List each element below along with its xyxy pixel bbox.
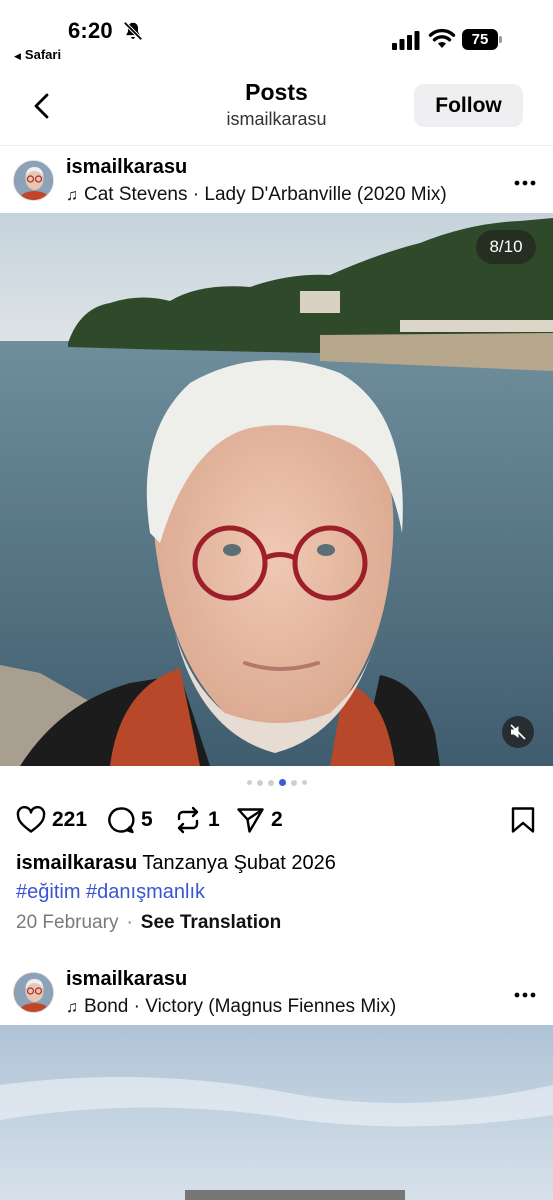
follow-button[interactable]: Follow bbox=[414, 84, 523, 127]
comment-button[interactable]: 5 bbox=[106, 805, 153, 835]
avatar-image bbox=[14, 161, 53, 200]
music-track: Bond · Victory (Magnus Fiennes Mix) bbox=[84, 996, 397, 1017]
comment-count: 5 bbox=[141, 808, 153, 831]
post-actions: 221 5 1 2 bbox=[0, 800, 553, 840]
heart-icon bbox=[16, 806, 46, 833]
repost-count: 1 bbox=[208, 808, 220, 831]
battery-cap bbox=[499, 36, 502, 43]
carousel-dot bbox=[246, 780, 252, 785]
like-count: 221 bbox=[52, 808, 88, 831]
bookmark-icon[interactable] bbox=[510, 806, 536, 834]
carousel-dot bbox=[267, 779, 274, 786]
carousel-dot bbox=[290, 779, 297, 786]
share-button[interactable]: 2 bbox=[236, 805, 283, 835]
carousel-dot bbox=[301, 780, 307, 785]
status-bar: 6:20 ◀ Safari 75 bbox=[0, 0, 553, 70]
post-username[interactable]: ismailkarasu bbox=[66, 968, 187, 991]
avatar[interactable] bbox=[13, 972, 54, 1013]
avatar-image bbox=[14, 973, 53, 1012]
image-counter-badge: 8/10 bbox=[476, 230, 536, 264]
post-meta: 20 February · See Translation bbox=[16, 912, 281, 934]
more-icon bbox=[514, 180, 536, 186]
status-time: 6:20 bbox=[68, 18, 113, 43]
post-header: ismailkarasu ♫ Bond · Victory (Magnus Fie… bbox=[0, 959, 553, 1025]
wifi-icon bbox=[428, 28, 456, 48]
post-header: ismailkarasu ♫ Cat Stevens · Lady D'Arban… bbox=[0, 147, 553, 213]
hashtag-link[interactable]: #eğitim bbox=[16, 881, 80, 903]
battery-level: 75 bbox=[462, 29, 498, 50]
hashtag-link[interactable]: #danışmanlık bbox=[86, 881, 205, 903]
selfie-photo bbox=[0, 213, 553, 766]
carousel-dots bbox=[0, 779, 553, 786]
back-triangle-icon: ◀ bbox=[14, 51, 21, 61]
repost-button[interactable]: 1 bbox=[174, 805, 220, 835]
avatar[interactable] bbox=[13, 160, 54, 201]
post-music[interactable]: ♫ Bond · Victory (Magnus Fiennes Mix) bbox=[66, 996, 396, 1018]
carousel-dot bbox=[256, 779, 263, 786]
posts-header: Posts ismailkarasu Follow bbox=[0, 70, 553, 146]
music-note-icon: ♫ bbox=[66, 187, 78, 204]
post-photo[interactable] bbox=[0, 1025, 553, 1200]
bell-slash-icon bbox=[123, 21, 143, 41]
see-translation-link[interactable]: See Translation bbox=[141, 912, 281, 933]
post-date: 20 February bbox=[16, 912, 119, 933]
music-note-icon: ♫ bbox=[66, 999, 78, 1016]
battery-indicator: 75 bbox=[462, 29, 502, 50]
comment-icon bbox=[108, 807, 135, 834]
post-photo[interactable] bbox=[0, 213, 553, 766]
meta-separator: · bbox=[126, 912, 133, 933]
share-icon bbox=[237, 808, 264, 833]
back-to-safari-link[interactable]: ◀ Safari bbox=[14, 47, 61, 62]
post-username[interactable]: ismailkarasu bbox=[66, 156, 187, 179]
carousel-dot-active bbox=[278, 779, 286, 786]
more-options-button[interactable] bbox=[508, 172, 542, 192]
like-button[interactable]: 221 bbox=[16, 805, 87, 835]
post-music[interactable]: ♫ Cat Stevens · Lady D'Arbanville (2020 M… bbox=[66, 184, 447, 206]
post-caption: ismailkarasu Tanzanya Şubat 2026 #eğitim… bbox=[16, 849, 536, 907]
mute-icon bbox=[510, 724, 526, 740]
mute-button[interactable] bbox=[502, 716, 534, 748]
more-options-button[interactable] bbox=[508, 984, 542, 1004]
back-app-label: Safari bbox=[24, 47, 62, 62]
more-icon bbox=[514, 992, 536, 998]
signal-icon bbox=[392, 31, 420, 50]
caption-username[interactable]: ismailkarasu bbox=[16, 852, 137, 874]
music-track: Cat Stevens · Lady D'Arbanville (2020 Mi… bbox=[84, 184, 447, 205]
share-count: 2 bbox=[271, 808, 283, 831]
repost-icon bbox=[177, 806, 199, 834]
caption-text: Tanzanya Şubat 2026 bbox=[142, 852, 336, 874]
sky-photo bbox=[0, 1025, 553, 1200]
